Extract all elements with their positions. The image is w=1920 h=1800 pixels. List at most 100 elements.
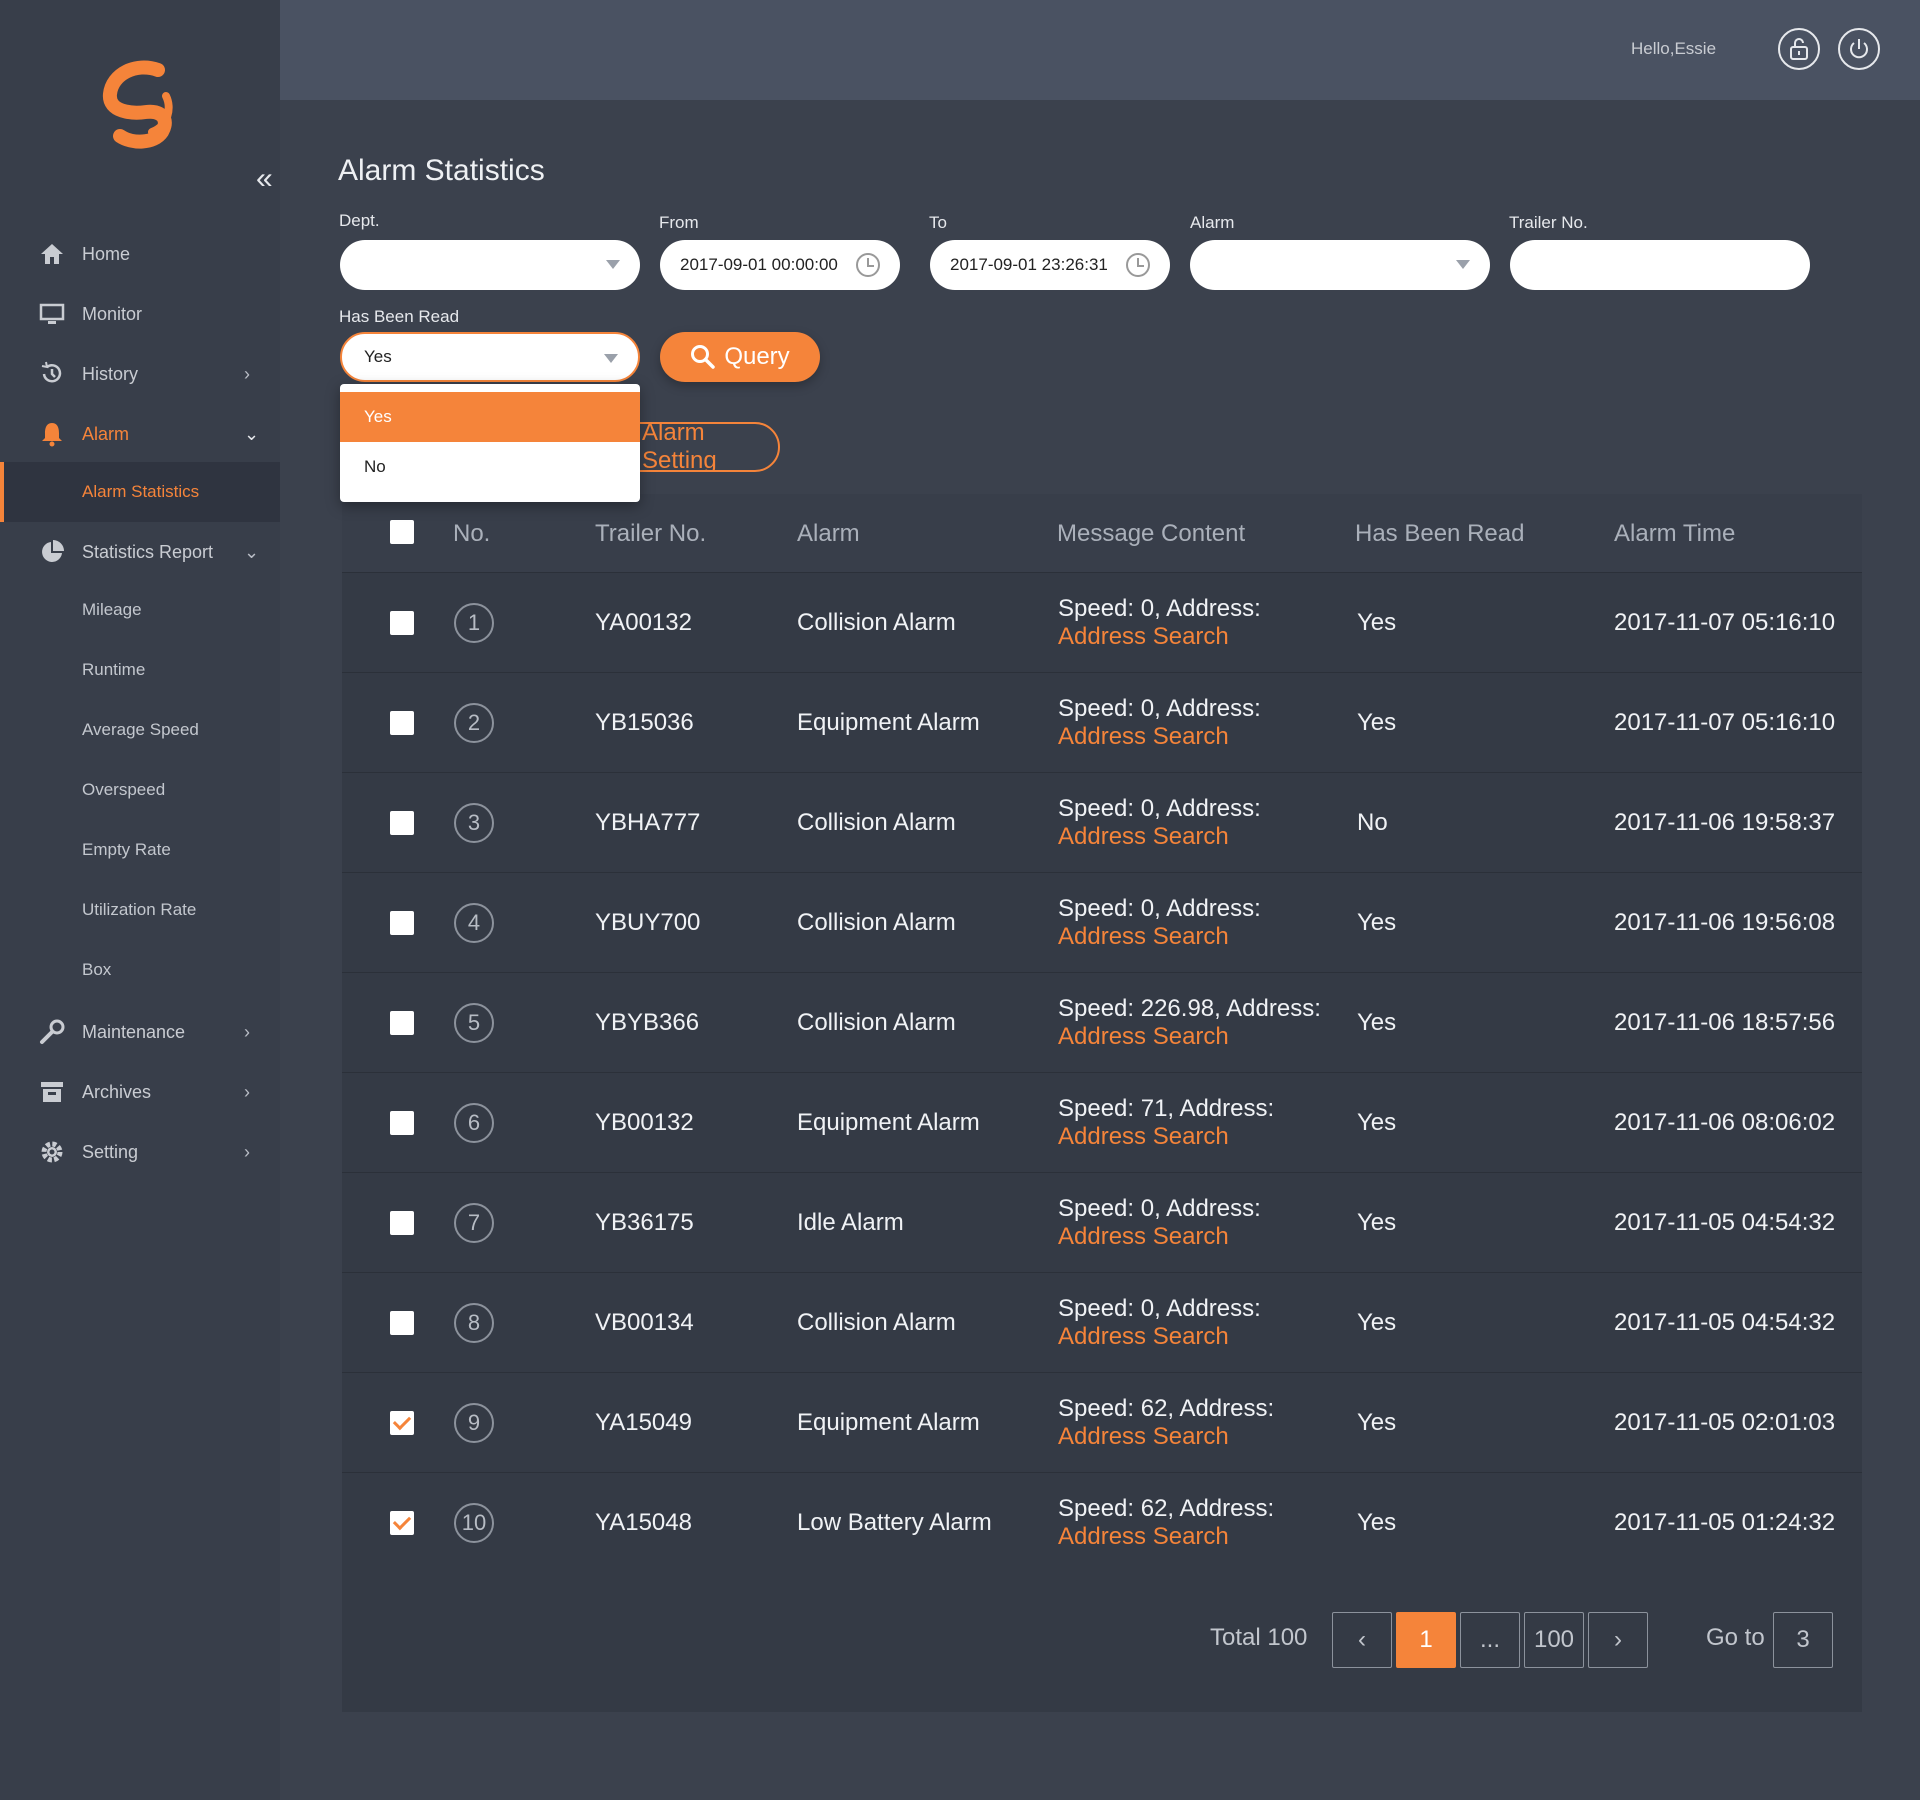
sidebar-item-overspeed[interactable]: Overspeed bbox=[0, 760, 280, 820]
next-page-button[interactable]: › bbox=[1588, 1612, 1648, 1668]
column-header-alarm: Alarm bbox=[797, 520, 860, 547]
address-search-link[interactable]: Address Search bbox=[1058, 1223, 1261, 1251]
sidebar-item-history[interactable]: History › bbox=[0, 344, 280, 404]
goto-page-input[interactable]: 3 bbox=[1773, 1612, 1833, 1668]
sidebar-item-monitor[interactable]: Monitor bbox=[0, 284, 280, 344]
sidebar-item-label: Maintenance bbox=[82, 1021, 186, 1042]
sidebar-item-statistics-report[interactable]: Statistics Report ⌄ bbox=[0, 522, 280, 582]
table-row[interactable]: 1 YA00132 Collision Alarm Speed: 0, Address… bbox=[342, 572, 1862, 672]
query-label: Query bbox=[724, 343, 790, 370]
address-search-link[interactable]: Address Search bbox=[1058, 1023, 1321, 1051]
has-been-read-cell: Yes bbox=[1357, 1409, 1397, 1436]
sidebar-item-mileage[interactable]: Mileage bbox=[0, 580, 280, 640]
to-datetime-input[interactable]: 2017-09-01 23:26:31 bbox=[930, 240, 1170, 290]
table-row[interactable]: 8 VB00134 Collision Alarm Speed: 0, Address… bbox=[342, 1272, 1862, 1372]
address-search-link[interactable]: Address Search bbox=[1058, 1123, 1274, 1151]
trailer-label: Trailer No. bbox=[1509, 213, 1588, 232]
row-number: 9 bbox=[454, 1403, 494, 1443]
has-been-read-cell: Yes bbox=[1357, 1209, 1397, 1236]
message-content-cell: Speed: 71, Address: Address Search bbox=[1058, 1095, 1274, 1151]
sidebar-item-label: Setting bbox=[82, 1141, 139, 1162]
chevron-right-icon: › bbox=[244, 363, 250, 384]
dept-label: Dept. bbox=[339, 211, 380, 230]
from-datetime-input[interactable]: 2017-09-01 00:00:00 bbox=[660, 240, 900, 290]
table-row[interactable]: 4 YBUY700 Collision Alarm Speed: 0, Address… bbox=[342, 872, 1862, 972]
sidebar-item-box[interactable]: Box bbox=[0, 940, 280, 1000]
row-checkbox[interactable] bbox=[390, 1011, 414, 1035]
table-row[interactable]: 9 YA15049 Equipment Alarm Speed: 62, Addres… bbox=[342, 1372, 1862, 1472]
caret-down-icon bbox=[604, 354, 618, 363]
address-search-link[interactable]: Address Search bbox=[1058, 1523, 1274, 1551]
row-checkbox[interactable] bbox=[390, 611, 414, 635]
sidebar-item-label: Overspeed bbox=[82, 780, 166, 799]
row-number: 8 bbox=[454, 1303, 494, 1343]
row-checkbox[interactable] bbox=[390, 711, 414, 735]
row-checkbox[interactable] bbox=[390, 1111, 414, 1135]
sidebar-item-maintenance[interactable]: Maintenance › bbox=[0, 1002, 280, 1062]
has-been-read-cell: Yes bbox=[1357, 1009, 1397, 1036]
address-search-link[interactable]: Address Search bbox=[1058, 623, 1261, 651]
collapse-sidebar-icon[interactable]: « bbox=[256, 164, 273, 194]
table-row[interactable]: 3 YBHA777 Collision Alarm Speed: 0, Address… bbox=[342, 772, 1862, 872]
sidebar-item-label: Average Speed bbox=[82, 720, 199, 739]
alarm-time-cell: 2017-11-06 08:06:02 bbox=[1614, 1109, 1836, 1136]
page-button-current[interactable]: 1 bbox=[1396, 1612, 1456, 1668]
prev-page-button[interactable]: ‹ bbox=[1332, 1612, 1392, 1668]
alarm-select[interactable] bbox=[1190, 240, 1490, 290]
dropdown-option-yes[interactable]: Yes bbox=[340, 392, 640, 442]
sidebar-item-label: Home bbox=[82, 243, 131, 264]
message-text: Speed: 0, Address: bbox=[1058, 895, 1261, 922]
alarm-type-cell: Equipment Alarm bbox=[797, 1109, 980, 1136]
address-search-link[interactable]: Address Search bbox=[1058, 1323, 1261, 1351]
sidebar-item-setting[interactable]: Setting › bbox=[0, 1122, 280, 1182]
page-ellipsis[interactable]: ... bbox=[1460, 1612, 1520, 1668]
has-been-read-cell: Yes bbox=[1357, 1309, 1397, 1336]
table-row[interactable]: 7 YB36175 Idle Alarm Speed: 0, Address: Addr… bbox=[342, 1172, 1862, 1272]
chevron-right-icon: › bbox=[244, 1021, 250, 1042]
power-icon[interactable] bbox=[1838, 28, 1880, 70]
row-checkbox[interactable] bbox=[390, 1211, 414, 1235]
sidebar-item-empty-rate[interactable]: Empty Rate bbox=[0, 820, 280, 880]
archive-icon bbox=[38, 1078, 66, 1106]
dept-select[interactable] bbox=[340, 240, 640, 290]
table-row[interactable]: 10 YA15048 Low Battery Alarm Speed: 62, Add… bbox=[342, 1472, 1862, 1572]
sidebar-item-average-speed[interactable]: Average Speed bbox=[0, 700, 280, 760]
address-search-link[interactable]: Address Search bbox=[1058, 923, 1261, 951]
lock-icon[interactable] bbox=[1778, 28, 1820, 70]
search-icon bbox=[691, 345, 716, 369]
table-row[interactable]: 5 YBYB366 Collision Alarm Speed: 226.98, Ad… bbox=[342, 972, 1862, 1072]
chevron-right-icon: › bbox=[244, 1141, 250, 1162]
sidebar-item-alarm-statistics[interactable]: Alarm Statistics bbox=[0, 462, 280, 522]
address-search-link[interactable]: Address Search bbox=[1058, 723, 1261, 751]
address-search-link[interactable]: Address Search bbox=[1058, 823, 1261, 851]
row-checkbox[interactable] bbox=[390, 1311, 414, 1335]
alarm-type-cell: Collision Alarm bbox=[797, 609, 956, 636]
row-checkbox[interactable] bbox=[390, 911, 414, 935]
message-content-cell: Speed: 0, Address: Address Search bbox=[1058, 895, 1261, 951]
page-button-last[interactable]: 100 bbox=[1524, 1612, 1584, 1668]
table-row[interactable]: 2 YB15036 Equipment Alarm Speed: 0, Address… bbox=[342, 672, 1862, 772]
sidebar-item-alarm[interactable]: Alarm ⌄ bbox=[0, 404, 280, 464]
row-checkbox[interactable] bbox=[390, 1511, 414, 1535]
message-content-cell: Speed: 0, Address: Address Search bbox=[1058, 695, 1261, 751]
trailer-no-input[interactable] bbox=[1510, 240, 1810, 290]
sidebar-item-archives[interactable]: Archives › bbox=[0, 1062, 280, 1122]
select-all-checkbox[interactable] bbox=[390, 520, 414, 544]
alarm-type-cell: Low Battery Alarm bbox=[797, 1509, 992, 1536]
row-checkbox[interactable] bbox=[390, 1411, 414, 1435]
table-row[interactable]: 6 YB00132 Equipment Alarm Speed: 71, Addres… bbox=[342, 1072, 1862, 1172]
sidebar-item-home[interactable]: Home bbox=[0, 224, 280, 284]
address-search-link[interactable]: Address Search bbox=[1058, 1423, 1274, 1451]
column-header-has-been-read: Has Been Read bbox=[1355, 520, 1525, 547]
sidebar-item-runtime[interactable]: Runtime bbox=[0, 640, 280, 700]
row-checkbox[interactable] bbox=[390, 811, 414, 835]
has-been-read-select[interactable]: Yes bbox=[340, 332, 640, 382]
dropdown-option-no[interactable]: No bbox=[340, 442, 640, 492]
sidebar-item-utilization-rate[interactable]: Utilization Rate bbox=[0, 880, 280, 940]
alarm-table: No. Trailer No. Alarm Message Content Ha… bbox=[342, 494, 1862, 1712]
alarm-type-cell: Collision Alarm bbox=[797, 1309, 956, 1336]
alarm-time-cell: 2017-11-07 05:16:10 bbox=[1614, 609, 1836, 636]
message-text: Speed: 0, Address: bbox=[1058, 695, 1261, 722]
goto-label: Go to bbox=[1706, 1624, 1765, 1651]
query-button[interactable]: Query bbox=[660, 332, 820, 382]
